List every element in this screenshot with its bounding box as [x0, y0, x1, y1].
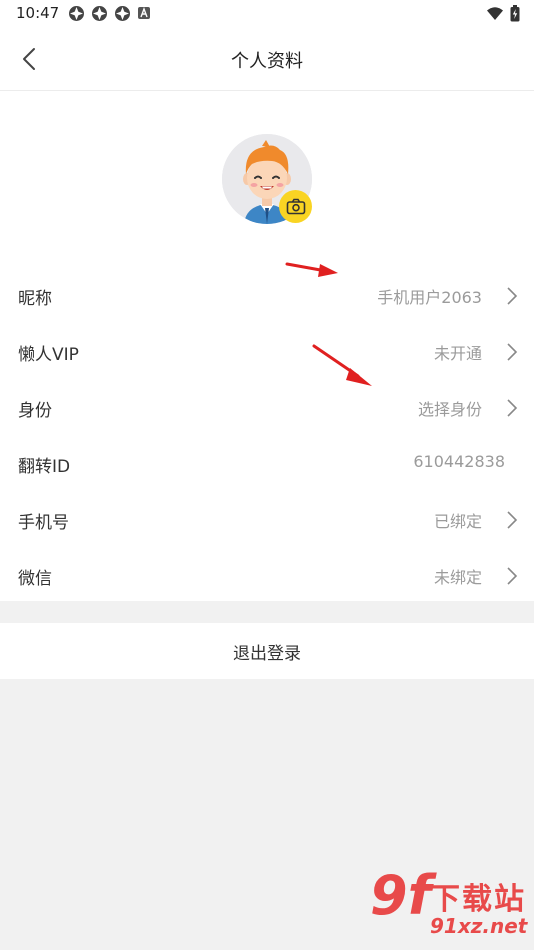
header: 个人资料	[0, 28, 534, 91]
status-bar: 10:47	[0, 0, 534, 28]
chevron-right-icon	[507, 567, 518, 585]
row-identity[interactable]: 身份 选择身份	[0, 379, 534, 435]
battery-icon	[510, 5, 520, 26]
row-nickname[interactable]: 昵称 手机用户2063	[0, 267, 534, 323]
app-icon	[68, 5, 85, 22]
row-value: 未绑定	[433, 568, 482, 587]
row-label: 懒人VIP	[18, 345, 79, 365]
profile-card: 昵称 手机用户2063 懒人VIP 未开通 身份 选择身份 翻转ID 61044…	[0, 91, 534, 601]
row-value: 已绑定	[433, 512, 482, 531]
row-label: 身份	[18, 401, 52, 421]
watermark-text: 下载站	[430, 882, 526, 917]
camera-icon	[286, 198, 305, 215]
watermark-logo: 9f	[370, 864, 432, 927]
app-icon	[114, 5, 131, 22]
row-value: 手机用户2063	[377, 288, 482, 307]
row-label: 微信	[18, 569, 52, 589]
row-vip[interactable]: 懒人VIP 未开通	[0, 323, 534, 379]
chevron-right-icon	[507, 511, 518, 529]
row-label: 翻转ID	[18, 457, 71, 477]
watermark-url: 91xz.net	[430, 914, 528, 938]
site-watermark: 9f 下载站 91xz.net	[362, 864, 532, 950]
status-notification-icons	[68, 5, 154, 22]
logout-button[interactable]: 退出登录	[0, 623, 534, 679]
page-title: 个人资料	[231, 51, 303, 72]
wifi-icon	[486, 6, 504, 25]
app-icon	[91, 5, 108, 22]
a-icon	[137, 5, 154, 22]
chevron-right-icon	[507, 399, 518, 417]
status-system-icons	[486, 5, 520, 26]
avatar-button[interactable]	[222, 134, 314, 226]
chevron-right-icon	[507, 343, 518, 361]
chevron-right-icon	[507, 287, 518, 305]
row-label: 手机号	[18, 513, 69, 533]
row-phone[interactable]: 手机号 已绑定	[0, 491, 534, 547]
row-value: 选择身份	[417, 400, 482, 419]
row-value: 未开通	[433, 344, 482, 363]
status-time: 10:47	[16, 4, 60, 22]
row-wechat[interactable]: 微信 未绑定	[0, 547, 534, 603]
logout-label: 退出登录	[233, 643, 301, 664]
row-value: 610442838	[413, 452, 505, 471]
row-flip-id: 翻转ID 610442838	[0, 435, 534, 491]
row-label: 昵称	[18, 289, 52, 309]
camera-badge[interactable]	[279, 190, 312, 223]
